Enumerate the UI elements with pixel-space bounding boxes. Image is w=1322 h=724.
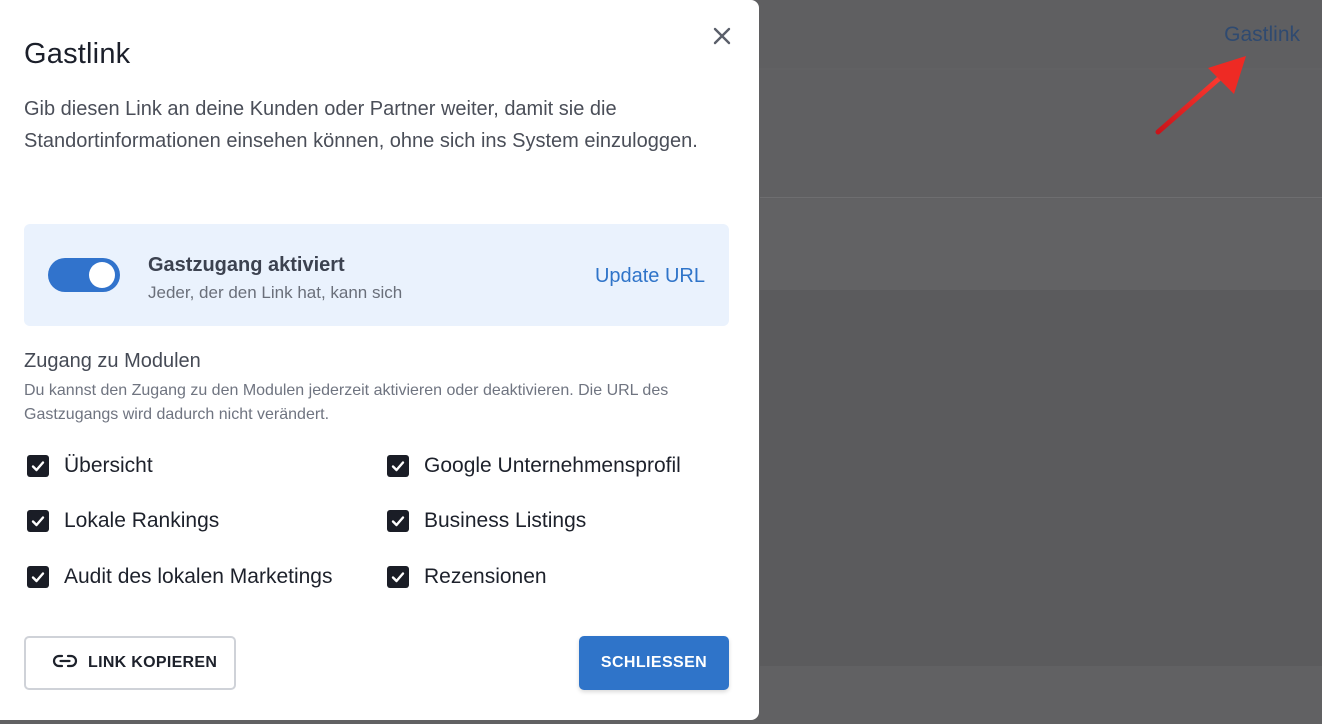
close-button[interactable]: SCHLIESSEN [579,636,729,690]
red-arrow-icon [1155,56,1246,135]
module-label: Audit des lokalen Marketings [64,565,333,588]
link-icon [52,654,78,673]
module-checkbox-reviews[interactable]: Rezensionen [387,565,547,589]
checkmark-icon [387,455,409,477]
dialog-intro-text: Gib diesen Link an deine Kunden oder Par… [24,98,698,152]
module-label: Google Unternehmensprofil [424,454,681,477]
copy-link-label: LINK KOPIEREN [88,654,218,671]
guest-link-dialog: Gastlink Gib diesen Link an deine Kunden… [0,0,759,720]
dialog-title: Gastlink [24,38,131,70]
modules-description: Du kannst den Zugang zu den Modulen jede… [24,382,669,423]
guest-access-toggle[interactable] [48,258,120,292]
module-checkbox-local-rankings[interactable]: Lokale Rankings [27,509,219,533]
close-icon[interactable] [708,22,736,50]
guest-access-card: Gastzugang aktiviert Jeder, der den Link… [24,224,729,326]
guest-access-subtitle: Jeder, der den Link hat, kann sich [148,283,403,302]
module-label: Lokale Rankings [64,509,220,532]
module-label: Übersicht [64,454,153,477]
checkmark-icon [387,566,409,588]
checkmark-icon [27,455,49,477]
checkmark-icon [387,510,409,532]
checkmark-icon [27,510,49,532]
toggle-knob [89,262,115,288]
guest-link-trigger[interactable]: Gastlink [1224,23,1300,47]
module-label: Business Listings [424,509,587,532]
module-checkbox-uebersicht[interactable]: Übersicht [27,454,153,478]
background-section [760,199,1322,290]
guest-access-title: Gastzugang aktiviert [148,254,345,276]
background-section [760,290,1322,666]
module-label: Rezensionen [424,565,547,588]
checkmark-icon [27,566,49,588]
copy-link-button[interactable]: LINK KOPIEREN [24,636,236,690]
modules-title: Zugang zu Modulen [24,350,201,372]
module-checkbox-business-listings[interactable]: Business Listings [387,509,586,533]
update-url-link[interactable]: Update URL [595,265,705,288]
module-checkbox-local-marketing-audit[interactable]: Audit des lokalen Marketings [27,565,332,589]
module-checkbox-google-profile[interactable]: Google Unternehmensprofil [387,454,681,478]
